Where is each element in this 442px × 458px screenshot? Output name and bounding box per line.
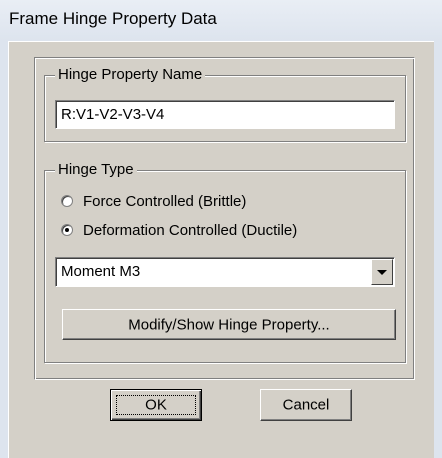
ok-button[interactable]: OK (110, 389, 202, 421)
title-bar[interactable]: Frame Hinge Property Data (0, 0, 442, 41)
ok-button-label: OK (145, 396, 167, 414)
cancel-button[interactable]: Cancel (260, 389, 352, 421)
force-controlled-option[interactable]: Force Controlled (Brittle) (61, 191, 246, 211)
hinge-type-dropdown[interactable]: Moment M3 (55, 257, 395, 287)
hinge-property-name-legend: Hinge Property Name (55, 66, 206, 83)
window-frame-right (434, 41, 442, 458)
modify-show-hinge-property-button[interactable]: Modify/Show Hinge Property... (62, 309, 396, 340)
hinge-property-name-input[interactable]: R:V1-V2-V3-V4 (55, 100, 395, 129)
deformation-controlled-option[interactable]: Deformation Controlled (Ductile) (61, 220, 297, 240)
deformation-controlled-label: Deformation Controlled (Ductile) (83, 221, 298, 239)
dialog-window: Frame Hinge Property Data Hinge Property… (0, 0, 442, 458)
force-controlled-label: Force Controlled (Brittle) (83, 192, 247, 210)
hinge-type-dropdown-value: Moment M3 (61, 263, 141, 280)
dropdown-button[interactable] (371, 259, 393, 285)
deformation-controlled-radio[interactable] (61, 224, 73, 236)
force-controlled-radio[interactable] (61, 195, 73, 207)
chevron-down-icon (377, 269, 387, 275)
modify-show-hinge-property-label: Modify/Show Hinge Property... (128, 316, 330, 333)
window-frame-left (0, 41, 8, 458)
hinge-type-legend: Hinge Type (55, 161, 137, 178)
window-title: Frame Hinge Property Data (9, 9, 217, 28)
cancel-button-label: Cancel (282, 396, 330, 414)
